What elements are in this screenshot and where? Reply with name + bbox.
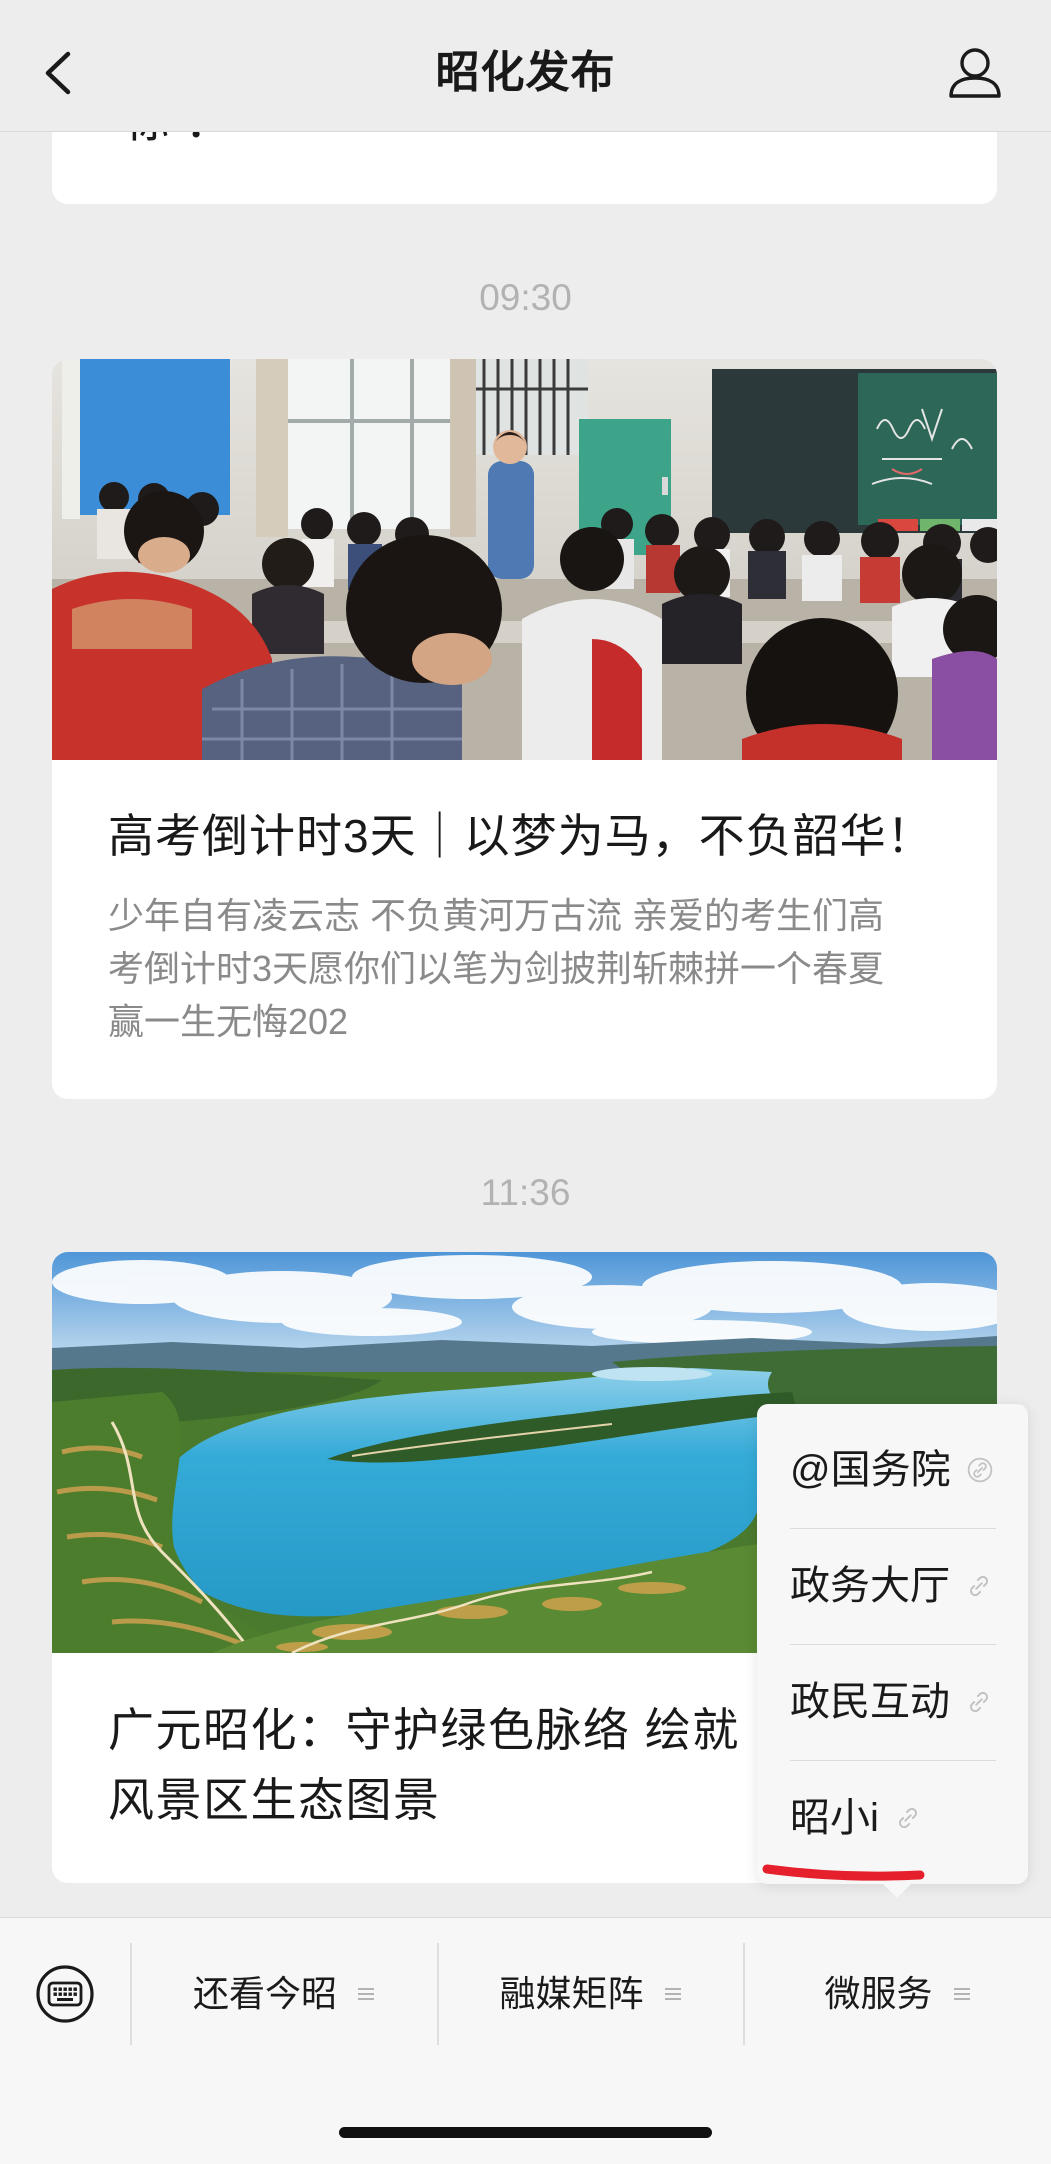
submenu-item-label: 政民互动: [790, 1680, 950, 1724]
menu-item-huan-kan-jin-zhao[interactable]: 还看今昭: [131, 1943, 437, 2045]
article-summary: 少年自有凌云志 不负黄河万古流 亲爱的考生们高 考倒计时3天愿你们以笔为剑披荆斩…: [108, 889, 941, 1048]
home-indicator[interactable]: [339, 2127, 712, 2138]
menu-item-rong-mei-ju-zhen[interactable]: 融媒矩阵: [438, 1943, 743, 2045]
page-title: 昭化发布: [435, 48, 616, 97]
bottom-menu-bar: 还看今昭 融媒矩阵 微服务: [0, 1917, 1051, 2164]
menu-item-label: 还看今昭: [192, 1973, 337, 2014]
submenu-list: @国务院 政务大厅 政民互动 昭小i: [757, 1412, 1028, 1876]
message-timestamp: 11:36: [480, 1172, 571, 1213]
menu-lines-icon: [953, 1988, 970, 2000]
profile-button[interactable]: [940, 42, 1010, 104]
menu-lines-icon: [664, 1988, 681, 2000]
menu-item-label: 融媒矩阵: [499, 1973, 644, 2014]
submenu-item-zhao-xiao-i[interactable]: 昭小i: [757, 1760, 1028, 1876]
back-button[interactable]: [30, 44, 86, 102]
menu-item-label: 微服务: [824, 1973, 933, 2014]
message-timestamp: 09:30: [479, 277, 572, 318]
classroom-photo: [52, 359, 997, 760]
article-title: 高考倒计时3天｜以梦为马，不负韶华！: [108, 810, 934, 862]
submenu-item-government-hall[interactable]: 政务大厅: [757, 1528, 1028, 1644]
summary-line: 少年自有凌云志 不负黄河万古流 亲爱的考生们高: [108, 895, 885, 936]
submenu-pointer-arrow: [883, 1884, 911, 1898]
link-icon: [969, 1575, 989, 1597]
chevron-left-icon: [45, 51, 71, 95]
article-card[interactable]: 高考倒计时3天｜以梦为马，不负韶华！ 少年自有凌云志 不负黄河万古流 亲爱的考生…: [52, 359, 997, 1099]
top-navigation-bar: 昭化发布: [0, 0, 1051, 132]
submenu-item-label: @国务院: [790, 1448, 951, 1492]
submenu-item-label: 政务大厅: [790, 1564, 950, 1608]
keyboard-toggle-button[interactable]: [35, 1964, 95, 2024]
menu-item-wei-fu-wu[interactable]: 微服务: [744, 1943, 1051, 2045]
person-icon: [949, 48, 1001, 98]
summary-line: 考倒计时3天愿你们以笔为剑披荆斩棘拼一个春夏: [108, 948, 885, 989]
submenu-item-label: 昭小i: [790, 1796, 879, 1840]
submenu-item-state-council[interactable]: @国务院: [757, 1412, 1028, 1528]
submenu-popup: @国务院 政务大厅 政民互动 昭小i: [757, 1404, 1028, 1898]
summary-line: 赢一生无悔202: [108, 1001, 349, 1042]
menu-lines-icon: [358, 1988, 374, 2000]
link-icon: [898, 1807, 917, 1829]
link-icon: [969, 1691, 989, 1713]
mini-program-icon: [967, 1457, 992, 1483]
submenu-item-citizen-interaction[interactable]: 政民互动: [757, 1644, 1028, 1760]
keyboard-icon: [36, 1965, 94, 2023]
